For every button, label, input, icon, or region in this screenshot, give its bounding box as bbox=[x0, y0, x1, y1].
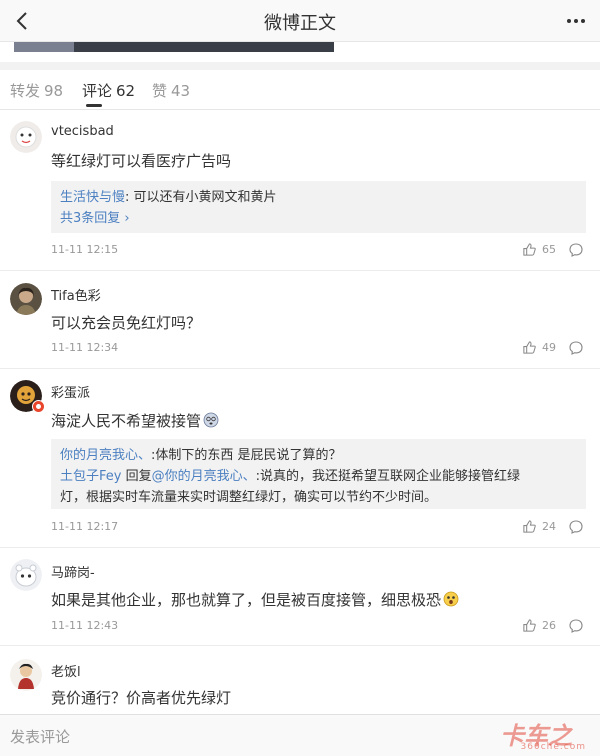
avatar[interactable] bbox=[10, 659, 42, 691]
comment-item: 马蹄岗- 如果是其他企业，那也就算了，但是被百度接管，细思极恐 11-11 12… bbox=[0, 548, 600, 646]
reply-line: 你的月亮我心、:体制下的东西 是屁民说了算的？ bbox=[60, 445, 577, 466]
reply-button[interactable] bbox=[568, 242, 584, 258]
shocked-face-emoji-icon bbox=[443, 591, 459, 607]
ellipsis-icon bbox=[567, 19, 585, 23]
active-tab-indicator bbox=[86, 104, 102, 107]
comment-text: 可以充会员免红灯吗？ bbox=[51, 314, 202, 332]
more-button[interactable] bbox=[564, 9, 588, 33]
tab-comments[interactable]: 评论 62 bbox=[82, 80, 135, 101]
reply-mention[interactable]: @你的月亮我心、 bbox=[152, 469, 256, 484]
comment-item: 老饭l 竞价通行？价高者优先绿灯 bbox=[0, 646, 600, 714]
reply-line: 生活快与慢: 可以还有小黄网文和黄片 bbox=[60, 187, 577, 208]
more-replies-link[interactable]: 共3条回复 › bbox=[60, 208, 577, 229]
like-button[interactable]: 24 bbox=[522, 519, 562, 535]
comment-item: 彩蛋派 海淀人民不希望被接管 你的月亮我心、:体制下的东西 是屁民说了算的？ 土… bbox=[0, 369, 600, 548]
comment-time: 11-11 12:17 bbox=[51, 520, 119, 533]
comment-text-content: 海淀人民不希望被接管 bbox=[51, 412, 202, 430]
reply-username[interactable]: 你的月亮我心、 bbox=[60, 448, 151, 463]
comment-text-content: 如果是其他企业，那也就算了，但是被百度接管，细思极恐 bbox=[51, 591, 442, 609]
thumbs-up-icon bbox=[523, 243, 536, 256]
tab-bar: 转发 98 评论 62 赞 43 bbox=[0, 70, 600, 110]
comment-username[interactable]: 马蹄岗- bbox=[51, 562, 95, 581]
tab-likes[interactable]: 赞 43 bbox=[152, 80, 190, 101]
comment-text: 竞价通行？价高者优先绿灯 bbox=[51, 689, 232, 707]
reply-text-continued: 灯，根据实时车流量来实时调整红绿灯，确实可以节约不少时间。 bbox=[60, 490, 438, 505]
like-count: 24 bbox=[542, 520, 556, 533]
avatar[interactable] bbox=[10, 559, 42, 591]
thumbs-up-icon bbox=[523, 619, 536, 632]
tab-label: 赞 bbox=[152, 82, 168, 100]
like-count: 26 bbox=[542, 619, 556, 632]
like-count: 65 bbox=[542, 243, 556, 256]
reply-text: :说真的，我还挺希望互联网企业能够接管红绿 bbox=[255, 469, 521, 484]
dizzy-face-emoji-icon bbox=[203, 412, 219, 428]
comment-item: Tifa色彩 可以充会员免红灯吗？ 11-11 12:34 49 bbox=[0, 271, 600, 369]
tab-count: 43 bbox=[171, 82, 191, 100]
avatar-image bbox=[10, 121, 42, 153]
watermark-domain: 360che.com bbox=[520, 742, 586, 752]
watermark-logo: 卡车之家 360che.com bbox=[500, 716, 592, 756]
reply-box[interactable]: 你的月亮我心、:体制下的东西 是屁民说了算的？ 土包子Fey 回复@你的月亮我心… bbox=[51, 439, 586, 509]
tab-label: 转发 bbox=[10, 82, 41, 100]
post-image-bottom-edge[interactable] bbox=[14, 42, 334, 52]
avatar-image bbox=[10, 283, 42, 315]
comment-bubble-icon bbox=[569, 341, 583, 355]
thumbs-up-icon bbox=[523, 341, 536, 354]
reply-text: :体制下的东西 是屁民说了算的？ bbox=[151, 448, 342, 463]
like-button[interactable]: 26 bbox=[522, 618, 562, 634]
comment-username[interactable]: 老饭l bbox=[51, 661, 81, 680]
reply-button[interactable] bbox=[568, 519, 584, 535]
tab-count: 98 bbox=[44, 82, 64, 100]
tab-count: 62 bbox=[116, 82, 136, 100]
like-count: 49 bbox=[542, 341, 556, 354]
reply-button[interactable] bbox=[568, 340, 584, 356]
comment-compose-input[interactable]: 发表评论 bbox=[10, 726, 70, 747]
tab-label: 评论 bbox=[82, 82, 113, 100]
top-bar: 微博正文 bbox=[0, 0, 600, 42]
comment-text: 如果是其他企业，那也就算了，但是被百度接管，细思极恐 bbox=[51, 589, 459, 610]
comment-time: 11-11 12:34 bbox=[51, 341, 119, 354]
reply-line: 土包子Fey 回复@你的月亮我心、:说真的，我还挺希望互联网企业能够接管红绿 bbox=[60, 466, 577, 487]
tab-reposts[interactable]: 转发 98 bbox=[10, 80, 63, 101]
like-button[interactable]: 49 bbox=[522, 340, 562, 356]
avatar-image bbox=[10, 659, 42, 691]
more-replies-label: 共3条回复 bbox=[60, 211, 121, 226]
reply-box[interactable]: 生活快与慢: 可以还有小黄网文和黄片 共3条回复 › bbox=[51, 181, 586, 233]
thumbs-up-icon bbox=[523, 520, 536, 533]
comment-time: 11-11 12:15 bbox=[51, 243, 119, 256]
like-button[interactable]: 65 bbox=[522, 242, 562, 258]
comment-bubble-icon bbox=[569, 619, 583, 633]
verified-badge-icon bbox=[32, 400, 45, 413]
avatar[interactable] bbox=[10, 121, 42, 153]
comment-text: 海淀人民不希望被接管 bbox=[51, 410, 219, 431]
comment-bubble-icon bbox=[569, 520, 583, 534]
section-divider bbox=[0, 62, 600, 70]
comment-item: vtecisbad 等红绿灯可以看医疗广告吗 生活快与慢: 可以还有小黄网文和黄… bbox=[0, 111, 600, 271]
reply-text: : 可以还有小黄网文和黄片 bbox=[125, 190, 277, 205]
avatar-image bbox=[10, 559, 42, 591]
comment-time: 11-11 12:43 bbox=[51, 619, 119, 632]
avatar[interactable] bbox=[10, 283, 42, 315]
reply-username[interactable]: 生活快与慢 bbox=[60, 190, 125, 205]
chevron-right-icon: › bbox=[120, 211, 130, 226]
comment-username[interactable]: Tifa色彩 bbox=[51, 285, 101, 304]
reply-button[interactable] bbox=[568, 618, 584, 634]
comment-username[interactable]: 彩蛋派 bbox=[51, 382, 90, 401]
comment-text: 等红绿灯可以看医疗广告吗 bbox=[51, 152, 232, 170]
comment-bubble-icon bbox=[569, 243, 583, 257]
reply-username[interactable]: 土包子Fey bbox=[60, 469, 121, 484]
comment-username[interactable]: vtecisbad bbox=[51, 124, 114, 139]
reply-mid-text: 回复 bbox=[121, 469, 152, 484]
page-title: 微博正文 bbox=[264, 13, 336, 34]
